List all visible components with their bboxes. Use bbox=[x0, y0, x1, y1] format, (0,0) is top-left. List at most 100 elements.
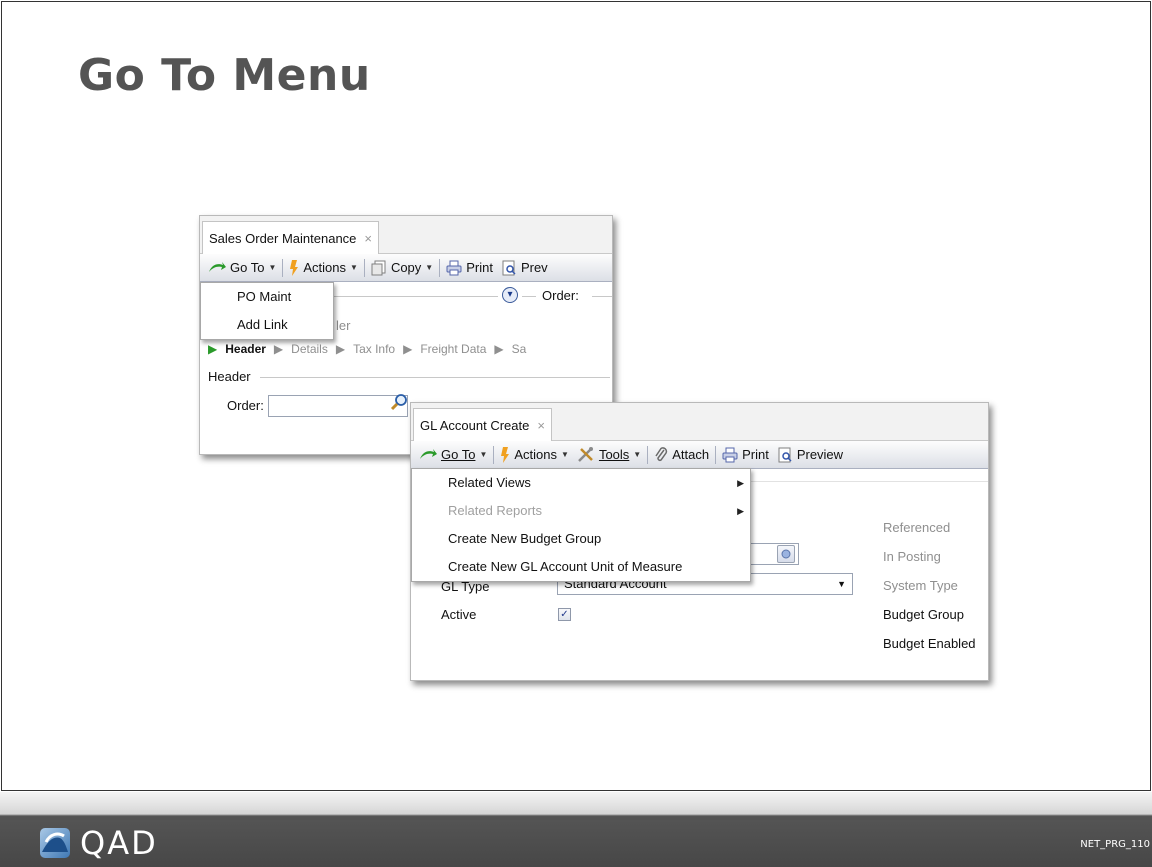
copy-button[interactable]: Copy ▼ bbox=[367, 260, 437, 276]
preview-button[interactable]: Prev bbox=[497, 260, 552, 276]
referenced-label: Referenced bbox=[883, 520, 951, 535]
step-arrow-icon: ▶ bbox=[494, 342, 504, 356]
slide-title: Go To Menu bbox=[78, 50, 371, 101]
order-input[interactable] bbox=[268, 395, 408, 417]
menu-item-related-reports[interactable]: Related Reports ▶ bbox=[412, 497, 750, 525]
menu-item-label: Create New Budget Group bbox=[448, 531, 602, 546]
printer-icon bbox=[446, 260, 462, 275]
goto-button[interactable]: Go To ▼ bbox=[204, 260, 280, 275]
active-checkbox[interactable]: ✓ bbox=[558, 608, 571, 621]
actions-icon bbox=[290, 259, 299, 276]
step-partial[interactable]: Sa bbox=[512, 342, 527, 356]
print-label: Print bbox=[742, 447, 769, 462]
step-freight-data[interactable]: Freight Data bbox=[420, 342, 486, 356]
budget-enabled-label: Budget Enabled bbox=[883, 636, 976, 651]
dropdown-caret-icon: ▼ bbox=[837, 579, 846, 589]
toolbar-separator bbox=[493, 445, 495, 464]
dropdown-caret-icon: ▼ bbox=[633, 450, 642, 459]
partial-label: ler bbox=[336, 318, 351, 333]
preview-button[interactable]: Preview bbox=[773, 447, 847, 463]
actions-label: Actions bbox=[514, 447, 558, 462]
footer-bar bbox=[0, 792, 1152, 867]
preview-icon bbox=[778, 447, 792, 462]
tab-gl-account-create[interactable]: GL Account Create × bbox=[413, 408, 552, 442]
print-button[interactable]: Print bbox=[718, 447, 773, 463]
print-label: Print bbox=[466, 260, 493, 275]
menu-item-create-gl-uom[interactable]: Create New GL Account Unit of Measure bbox=[412, 553, 750, 581]
printer-icon bbox=[722, 447, 738, 462]
goto-label: Go To bbox=[441, 447, 476, 462]
order-field-label: Order: bbox=[542, 288, 579, 303]
step-arrow-icon: ▶ bbox=[335, 342, 346, 356]
divider bbox=[522, 296, 536, 297]
active-label: Active bbox=[441, 607, 477, 622]
attach-label: Attach bbox=[672, 447, 710, 462]
section-header-label: Header bbox=[208, 369, 251, 384]
submenu-arrow-icon: ▶ bbox=[737, 506, 744, 516]
print-button[interactable]: Print bbox=[442, 260, 497, 276]
actions-button[interactable]: Actions ▼ bbox=[496, 446, 573, 463]
in-posting-label: In Posting bbox=[883, 549, 941, 564]
actions-button[interactable]: Actions ▼ bbox=[285, 259, 362, 276]
tools-label: Tools bbox=[598, 447, 630, 462]
menu-item-add-link[interactable]: Add Link bbox=[201, 311, 333, 339]
order-input-label: Order: bbox=[227, 398, 264, 413]
dropdown-caret-icon: ▼ bbox=[425, 263, 434, 272]
copy-icon bbox=[371, 260, 386, 275]
tab-strip: Sales Order Maintenance × bbox=[200, 216, 612, 255]
preview-icon bbox=[502, 260, 516, 275]
toolbar-separator bbox=[647, 445, 649, 464]
tools-button[interactable]: Tools ▼ bbox=[573, 446, 645, 463]
toolbar-separator bbox=[439, 258, 441, 277]
step-details[interactable]: Details bbox=[291, 342, 328, 356]
tools-icon bbox=[578, 446, 593, 462]
dropdown-caret-icon: ▼ bbox=[561, 450, 569, 459]
search-icon[interactable] bbox=[390, 392, 410, 412]
menu-item-create-budget-group[interactable]: Create New Budget Group bbox=[412, 525, 750, 553]
step-header[interactable]: Header bbox=[225, 342, 266, 356]
step-arrow-icon: ▶ bbox=[208, 342, 218, 356]
lookup-button[interactable] bbox=[777, 545, 795, 563]
tab-strip: GL Account Create × bbox=[411, 403, 988, 442]
expand-chevron-icon[interactable]: ▾ bbox=[502, 287, 518, 303]
tab-sales-order-maintenance[interactable]: Sales Order Maintenance × bbox=[202, 221, 380, 255]
attach-button[interactable]: Attach bbox=[650, 446, 713, 463]
tab-title: Sales Order Maintenance bbox=[209, 231, 357, 246]
qad-logo-icon bbox=[40, 828, 70, 858]
copy-label: Copy bbox=[390, 260, 422, 275]
step-tax-info[interactable]: Tax Info bbox=[353, 342, 395, 356]
menu-item-label: Create New GL Account Unit of Measure bbox=[448, 559, 683, 574]
toolbar-separator bbox=[282, 258, 284, 277]
submenu-arrow-icon: ▶ bbox=[737, 478, 744, 488]
dropdown-caret-icon: ▼ bbox=[268, 263, 277, 272]
dropdown-caret-icon: ▼ bbox=[350, 263, 358, 272]
goto-arrow-icon bbox=[420, 448, 437, 459]
toolbar: Go To ▼ Actions ▼ Tools ▼ Attach Print P… bbox=[411, 441, 988, 469]
dropdown-caret-icon: ▼ bbox=[479, 450, 488, 459]
budget-group-label: Budget Group bbox=[883, 607, 964, 622]
lookup-icon bbox=[781, 549, 791, 559]
step-arrow-icon: ▶ bbox=[273, 342, 284, 356]
slide-code: NET_PRG_110 bbox=[1080, 839, 1150, 850]
qad-logo-text: QAD bbox=[80, 824, 158, 862]
preview-label: Prev bbox=[520, 260, 548, 275]
step-navigator: ▶ Header ▶ Details ▶ Tax Info ▶ Freight … bbox=[200, 338, 612, 360]
gl-account-window: GL Account Create × Go To ▼ Actions ▼ To… bbox=[410, 402, 989, 681]
menu-item-label: Related Reports bbox=[448, 503, 542, 518]
toolbar: Go To ▼ Actions ▼ Copy ▼ Print Prev bbox=[200, 254, 612, 282]
close-icon[interactable]: × bbox=[364, 231, 372, 246]
close-icon[interactable]: × bbox=[537, 418, 545, 433]
preview-label: Preview bbox=[796, 447, 844, 462]
tab-title: GL Account Create bbox=[420, 418, 530, 433]
goto-button[interactable]: Go To ▼ bbox=[415, 447, 491, 462]
toolbar-separator bbox=[363, 258, 365, 277]
step-arrow-icon: ▶ bbox=[403, 342, 413, 356]
menu-item-po-maint[interactable]: PO Maint bbox=[201, 283, 333, 311]
goto-menu: PO Maint Add Link bbox=[200, 282, 334, 340]
divider bbox=[334, 296, 498, 297]
menu-item-related-views[interactable]: Related Views ▶ bbox=[412, 469, 750, 497]
menu-item-label: Related Views bbox=[448, 475, 531, 490]
paperclip-icon bbox=[655, 446, 668, 461]
divider bbox=[260, 377, 610, 378]
divider bbox=[592, 296, 612, 297]
